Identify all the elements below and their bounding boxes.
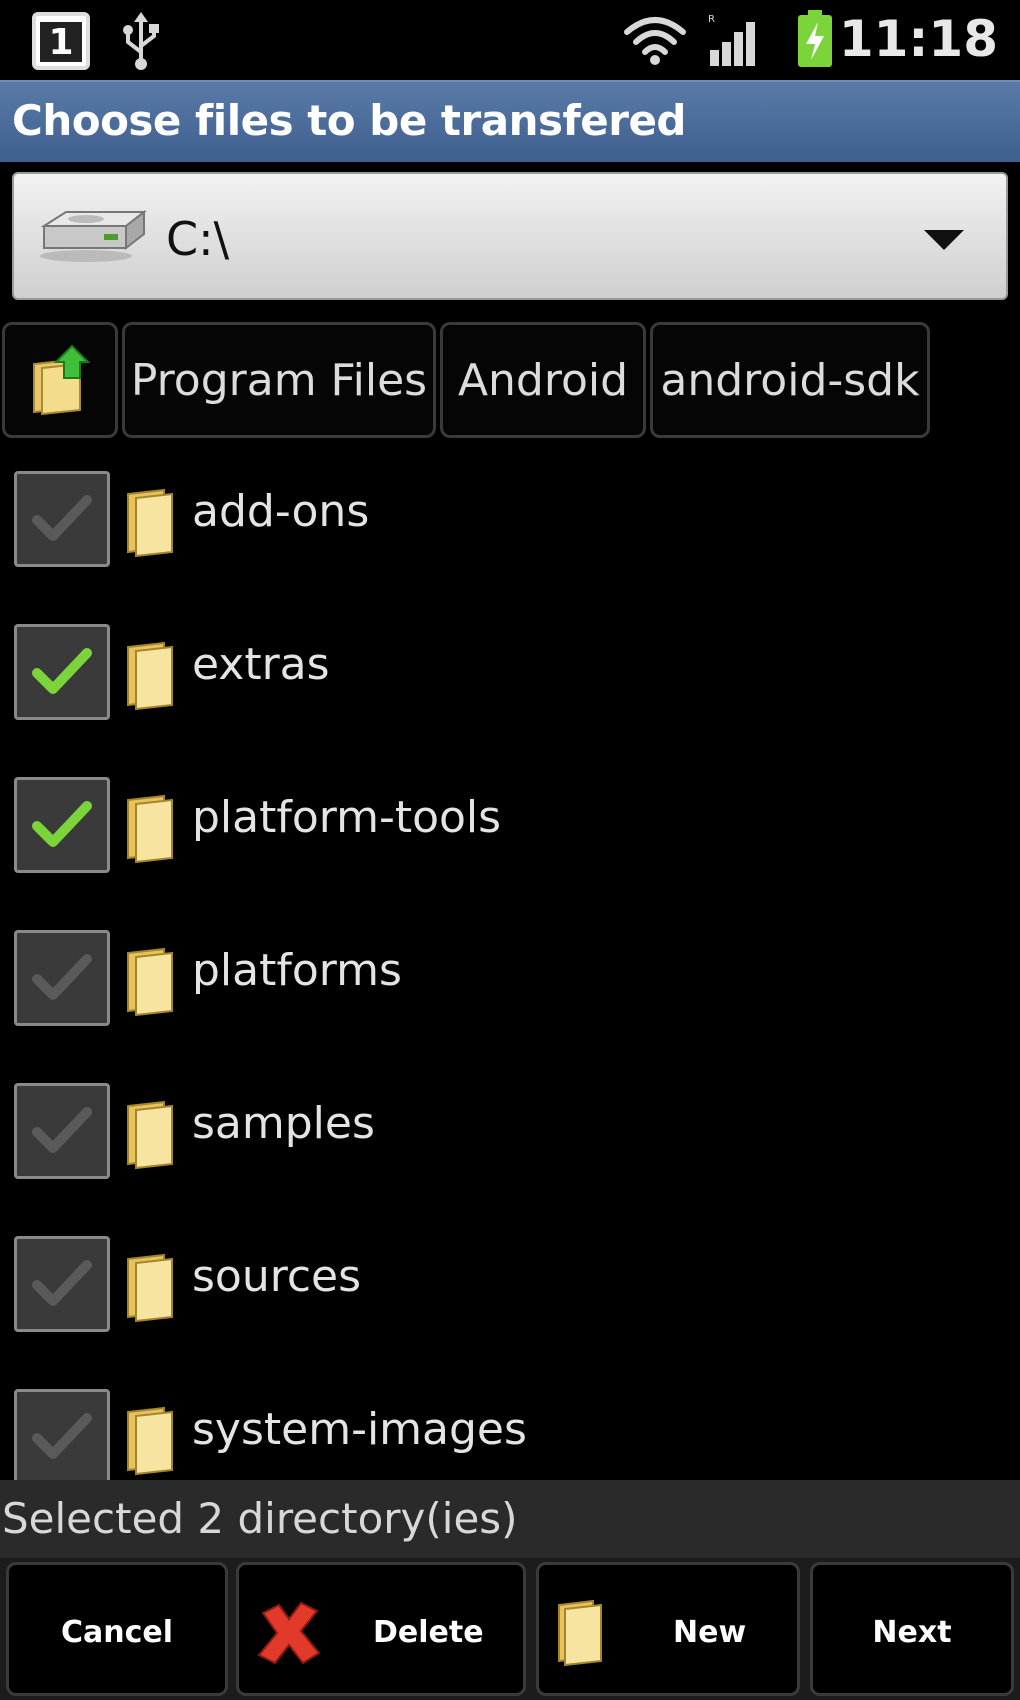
- check-icon: [32, 495, 92, 541]
- list-item-name: platforms: [192, 945, 402, 996]
- list-item[interactable]: samples: [0, 1068, 1020, 1221]
- hard-drive-icon: [40, 209, 147, 262]
- folder-icon: [127, 1100, 173, 1170]
- list-item-name: platform-tools: [192, 792, 502, 843]
- selection-status: Selected 2 directory(ies): [2, 1494, 518, 1543]
- list-item[interactable]: add-ons: [0, 456, 1020, 609]
- svg-text:R: R: [708, 14, 715, 25]
- folder-icon: [127, 488, 173, 558]
- list-item-name: sources: [192, 1251, 362, 1302]
- next-button-label: Next: [872, 1615, 952, 1650]
- wifi-icon: [624, 17, 686, 65]
- checkbox[interactable]: [14, 930, 110, 1026]
- checkbox[interactable]: [14, 1236, 110, 1332]
- new-button-label: New: [673, 1615, 747, 1650]
- folder-up-button[interactable]: [2, 322, 118, 438]
- list-item[interactable]: platform-tools: [0, 762, 1020, 915]
- file-list: add-ons extras platform-tools platforms …: [0, 456, 1020, 1480]
- drive-label: C:\: [166, 212, 230, 266]
- signal-icon: R: [708, 14, 755, 66]
- close-icon: [257, 1601, 321, 1665]
- check-icon: [32, 1260, 92, 1306]
- button-bar: Cancel Delete New Next: [0, 1558, 1020, 1700]
- check-icon: [32, 954, 92, 1000]
- delete-button[interactable]: Delete: [236, 1562, 526, 1696]
- chevron-down-icon: [924, 230, 964, 250]
- selection-bar: Selected 2 directory(ies): [0, 1480, 1020, 1558]
- breadcrumb-item-program-files[interactable]: Program Files: [122, 322, 436, 438]
- list-item[interactable]: platforms: [0, 915, 1020, 1068]
- list-item-name: system-images: [192, 1404, 527, 1455]
- list-item[interactable]: sources: [0, 1221, 1020, 1374]
- checkbox[interactable]: [14, 624, 110, 720]
- folder-icon: [558, 1599, 602, 1667]
- list-item-name: add-ons: [192, 486, 370, 537]
- list-item-name: samples: [192, 1098, 375, 1149]
- cancel-button-label: Cancel: [60, 1615, 174, 1650]
- list-item[interactable]: extras: [0, 609, 1020, 762]
- delete-button-label: Delete: [373, 1615, 484, 1650]
- status-bar: 1 R 11:18: [0, 0, 1020, 80]
- drive-select[interactable]: C:\: [12, 172, 1008, 300]
- cancel-button[interactable]: Cancel: [6, 1562, 228, 1696]
- breadcrumb-item-android-sdk[interactable]: android-sdk: [650, 322, 930, 438]
- folder-icon: [127, 641, 173, 711]
- breadcrumb: Program Files Android android-sdk: [0, 322, 1020, 438]
- check-icon: [32, 801, 92, 847]
- clock: 11:18: [838, 10, 998, 68]
- sim-label: 1: [40, 22, 82, 63]
- checkbox[interactable]: [14, 777, 110, 873]
- folder-icon: [127, 1406, 173, 1476]
- battery-charging-icon: [798, 10, 832, 67]
- list-item[interactable]: system-images: [0, 1374, 1020, 1480]
- checkbox[interactable]: [14, 1389, 110, 1480]
- check-icon: [32, 1107, 92, 1153]
- folder-icon: [127, 794, 173, 864]
- usb-icon: [123, 12, 159, 70]
- next-button[interactable]: Next: [810, 1562, 1014, 1696]
- sim-icon: 1: [32, 12, 90, 70]
- page-title: Choose files to be transfered: [12, 96, 687, 145]
- folder-icon: [127, 1253, 173, 1323]
- breadcrumb-item-android[interactable]: Android: [440, 322, 646, 438]
- check-icon: [32, 1413, 92, 1459]
- checkbox[interactable]: [14, 471, 110, 567]
- folder-up-icon: [33, 344, 91, 416]
- new-folder-button[interactable]: New: [536, 1562, 800, 1696]
- checkbox[interactable]: [14, 1083, 110, 1179]
- check-icon: [32, 648, 92, 694]
- folder-icon: [127, 947, 173, 1017]
- list-item-name: extras: [192, 639, 330, 690]
- title-bar: Choose files to be transfered: [0, 80, 1020, 162]
